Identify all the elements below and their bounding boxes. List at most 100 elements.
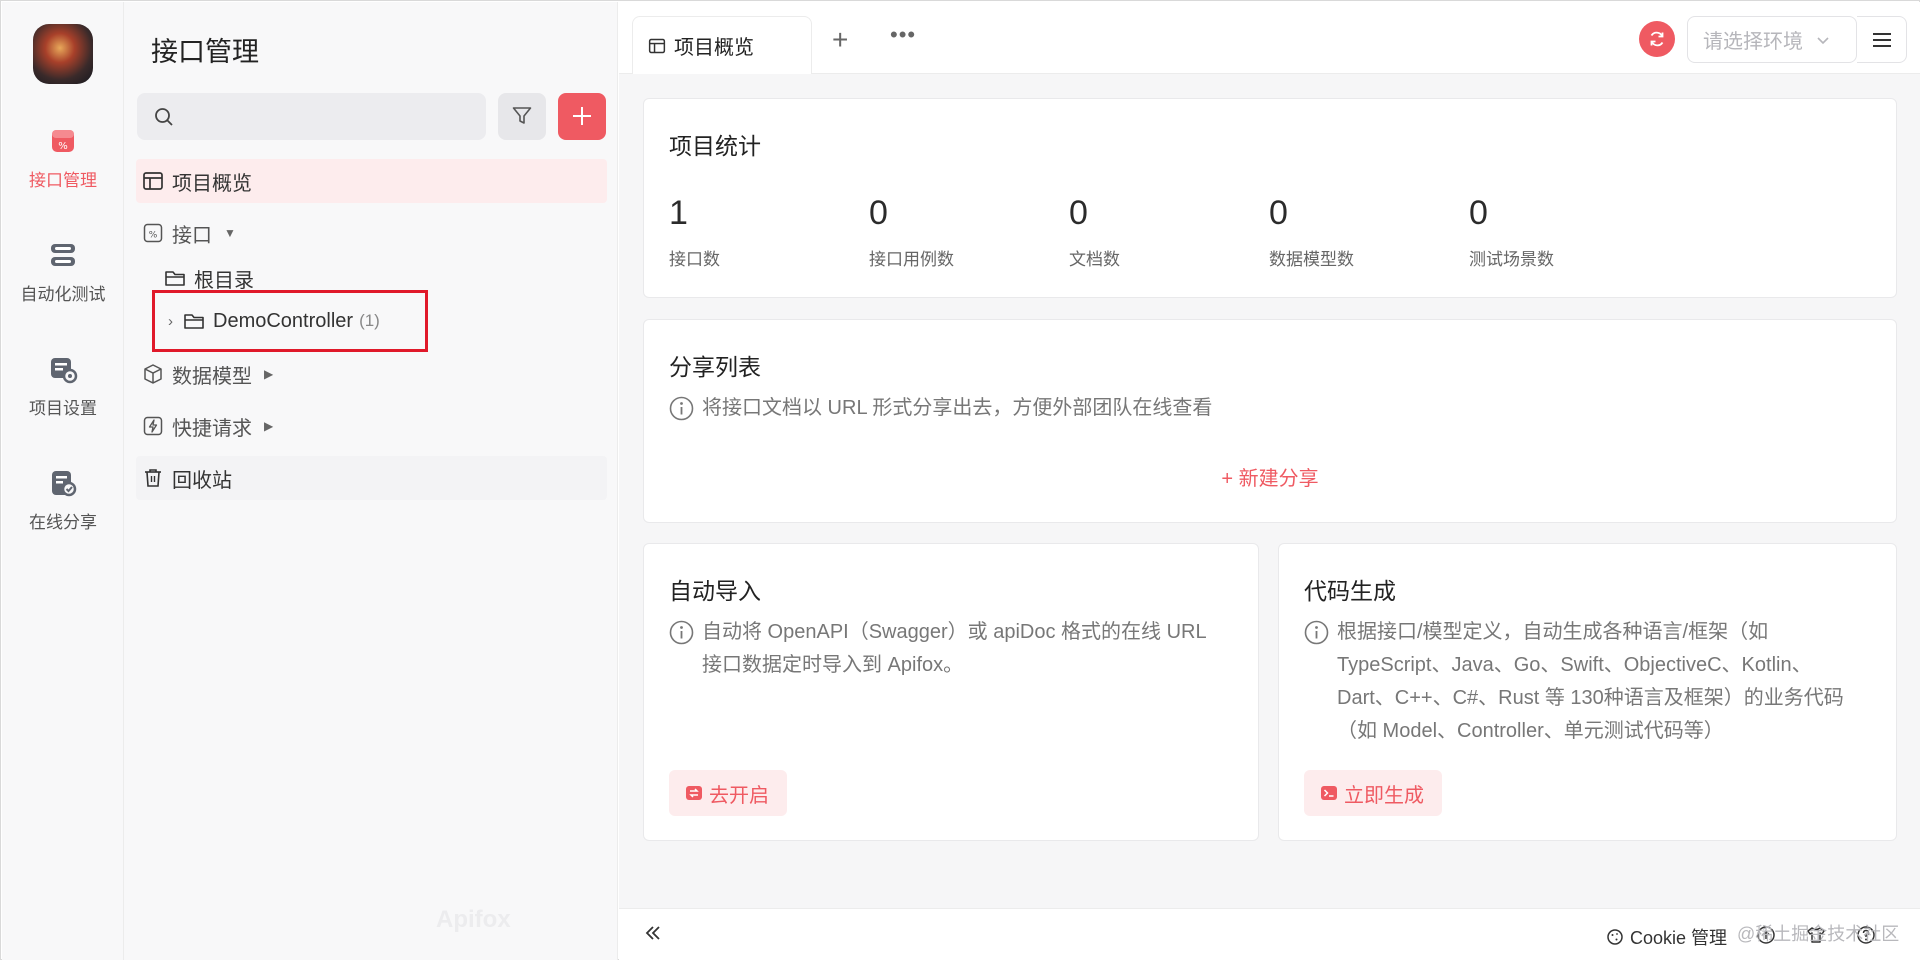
info-text-line: （如 Model、Controller、单元测试代码等） (1337, 720, 1724, 742)
cookie-icon (1607, 929, 1623, 945)
annotation-highlight-box (152, 290, 428, 352)
share-info: 将接口文档以 URL 形式分享出去，方便外部团队在线查看 (669, 392, 1212, 425)
rail-item-api-management[interactable]: % 接口管理 (2, 126, 124, 216)
card-title: 自动导入 (669, 578, 761, 604)
rail-item-online-share[interactable]: 在线分享 (2, 468, 124, 558)
icon-rail: % 接口管理 自动化测试 项目设置 在线分享 (2, 2, 124, 960)
rail-label-online-share: 在线分享 (29, 513, 97, 532)
chevron-down-icon (1817, 36, 1829, 44)
stat-value: 0 (1269, 194, 1288, 232)
stat-label: 接口数 (669, 250, 720, 269)
sync-icon (686, 786, 702, 800)
stat-value: 1 (669, 194, 688, 232)
card-title: 分享列表 (669, 354, 761, 380)
filter-button[interactable] (498, 93, 546, 140)
env-placeholder: 请选择环境 (1703, 31, 1803, 53)
overview-icon (648, 38, 666, 53)
info-text-line: 根据接口/模型定义，自动生成各种语言/框架（如 (1337, 621, 1769, 643)
tree-item-api[interactable]: % 接口 ▼ (136, 211, 607, 255)
tree-item-data-model[interactable]: 数据模型 ▶ (136, 352, 607, 396)
info-text-line: Dart、C++、C#、Rust 等 130种语言及框架）的业务代码 (1337, 687, 1844, 709)
caret-right-icon[interactable]: ▶ (264, 367, 273, 381)
cookie-manager-button[interactable]: Cookie 管理 (1606, 924, 1727, 950)
cube-icon (144, 364, 162, 384)
sync-button[interactable] (1639, 21, 1675, 57)
info-text-line: 接口数据定时导入到 Apifox。 (702, 654, 964, 676)
project-settings-icon (51, 358, 78, 384)
tab-bar: 项目概览 + ••• 请选择环境 (619, 2, 1920, 74)
project-stats-card: 项目统计 1 接口数 0 接口用例数 0 文档数 0 数据模型数 0 测试场景数 (643, 98, 1897, 298)
tree-item-label: 回收站 (172, 469, 232, 492)
tree-item-label: 数据模型 (172, 365, 252, 388)
trash-icon (145, 469, 161, 487)
lightning-icon (143, 416, 163, 436)
tree-item-project-overview[interactable]: 项目概览 (136, 159, 607, 203)
main-content: 项目概览 + ••• 请选择环境 项目统计 1 接口数 0 接口用例数 0 文档… (619, 2, 1920, 960)
environment-select[interactable]: 请选择环境 (1687, 16, 1857, 63)
stat-value: 0 (1069, 194, 1088, 232)
more-icon[interactable]: ••• (890, 22, 916, 48)
stat-label: 文档数 (1069, 250, 1120, 269)
tree-item-label: 项目概览 (172, 172, 252, 195)
automation-icon (51, 244, 75, 266)
rail-label-api-management: 接口管理 (29, 171, 97, 190)
api-icon: % (52, 130, 74, 152)
stat-api-count: 1 接口数 (669, 194, 720, 270)
stat-value: 0 (1469, 194, 1488, 232)
info-text-line: 自动将 OpenAPI（Swagger）或 apiDoc 格式的在线 URL (702, 621, 1207, 643)
new-share-button[interactable]: + 新建分享 (644, 462, 1896, 491)
tree-item-quick-request[interactable]: 快捷请求 ▶ (136, 404, 607, 448)
info-icon (1304, 620, 1329, 645)
add-button[interactable] (558, 93, 606, 140)
stat-scenario-count: 0 测试场景数 (1469, 194, 1554, 270)
info-icon (669, 620, 694, 645)
search-input[interactable] (137, 93, 486, 140)
plus-icon (573, 107, 591, 125)
generate-code-button[interactable]: 立即生成 (1304, 770, 1442, 816)
panel-title: 接口管理 (151, 37, 259, 67)
collapse-sidebar-icon[interactable] (643, 923, 663, 943)
overview-icon (143, 172, 163, 190)
info-text: 将接口文档以 URL 形式分享出去，方便外部团队在线查看 (702, 397, 1213, 419)
enable-import-button[interactable]: 去开启 (669, 770, 787, 816)
rail-label-automation-test: 自动化测试 (20, 285, 106, 304)
auto-import-card: 自动导入 自动将 OpenAPI（Swagger）或 apiDoc 格式的在线 … (643, 543, 1259, 841)
tree-item-label: 接口 (172, 224, 212, 247)
apifox-watermark: Apifox (436, 906, 511, 933)
api-icon: % (143, 223, 163, 243)
info-text-line: TypeScript、Java、Go、Swift、ObjectiveC、Kotl… (1337, 654, 1812, 676)
tab-label: 项目概览 (674, 37, 754, 59)
tree-item-label: 快捷请求 (172, 417, 252, 440)
add-tab-icon[interactable]: + (832, 26, 848, 54)
button-label: 去开启 (709, 784, 769, 807)
stat-model-count: 0 数据模型数 (1269, 194, 1354, 270)
sync-icon (1650, 31, 1664, 47)
status-bar: Cookie 管理 @稀土掘金技术社区 (619, 908, 1920, 960)
caret-right-icon[interactable]: ▶ (264, 419, 273, 433)
svg-text:%: % (149, 231, 158, 241)
cookie-label: Cookie 管理 (1630, 928, 1728, 948)
stat-label: 接口用例数 (869, 250, 954, 269)
stat-doc-count: 0 文档数 (1069, 194, 1120, 270)
hamburger-icon (1873, 33, 1891, 47)
search-icon (155, 108, 173, 126)
card-title: 项目统计 (669, 133, 761, 159)
info-icon (669, 396, 694, 421)
stat-value: 0 (869, 194, 888, 232)
stat-label: 测试场景数 (1469, 250, 1554, 269)
tab-project-overview[interactable]: 项目概览 (632, 16, 812, 74)
folder-icon (165, 271, 185, 286)
user-avatar[interactable] (33, 24, 93, 84)
rail-item-project-settings[interactable]: 项目设置 (2, 354, 124, 444)
card-title: 代码生成 (1304, 578, 1396, 604)
tree-item-recycle-bin[interactable]: 回收站 (136, 456, 607, 500)
svg-text:%: % (58, 141, 68, 152)
online-share-icon (52, 471, 77, 497)
rail-label-project-settings: 项目设置 (29, 399, 97, 418)
caret-down-icon[interactable]: ▼ (224, 226, 236, 240)
terminal-icon (1321, 786, 1337, 800)
menu-button[interactable] (1857, 16, 1907, 63)
auto-import-info: 自动将 OpenAPI（Swagger）或 apiDoc 格式的在线 URL 接… (669, 616, 1207, 682)
site-watermark: @稀土掘金技术社区 (1737, 924, 1900, 944)
rail-item-automation-test[interactable]: 自动化测试 (2, 240, 124, 330)
